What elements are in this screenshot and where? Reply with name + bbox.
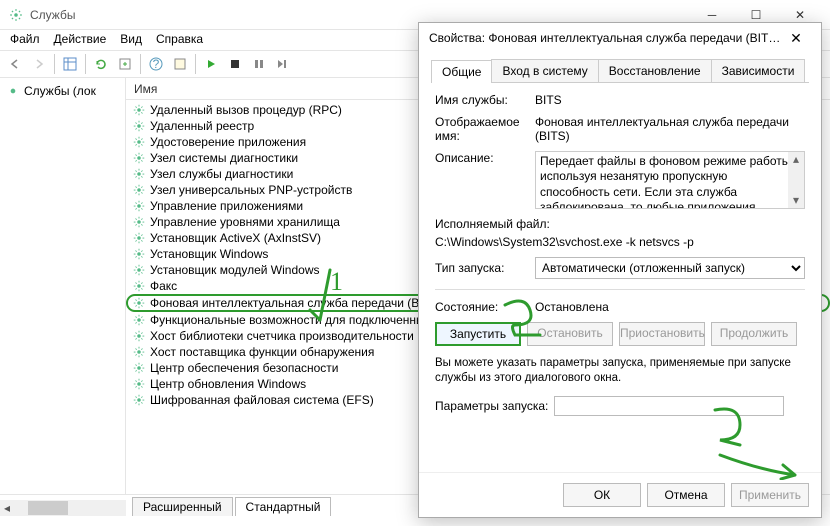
label-service-name: Имя службы: xyxy=(435,93,535,107)
startup-type-select[interactable]: Автоматически (отложенный запуск) xyxy=(535,257,805,279)
play-button[interactable] xyxy=(200,53,222,75)
export-button[interactable] xyxy=(114,53,136,75)
left-panel: Службы (лок xyxy=(0,78,126,494)
service-name: Узел системы диагностики xyxy=(150,151,298,165)
menu-help[interactable]: Справка xyxy=(156,32,203,48)
start-params-note: Вы можете указать параметры запуска, при… xyxy=(435,356,805,386)
service-name: Фоновая интеллектуальная служба передачи… xyxy=(150,296,442,310)
label-startup-type: Тип запуска: xyxy=(435,261,535,275)
dialog-title: Свойства: Фоновая интеллектуальная служб… xyxy=(429,31,781,45)
back-button[interactable] xyxy=(4,53,26,75)
properties-dialog: Свойства: Фоновая интеллектуальная служб… xyxy=(418,22,822,518)
tab-extended[interactable]: Расширенный xyxy=(132,497,233,516)
service-name: Шифрованная файловая система (EFS) xyxy=(150,393,374,407)
service-name: Удаленный вызов процедур (RPC) xyxy=(150,103,342,117)
pause-button[interactable] xyxy=(248,53,270,75)
service-name: Функциональные возможности для подключен… xyxy=(150,313,435,327)
tab-standard[interactable]: Стандартный xyxy=(235,497,332,516)
tab-dependencies[interactable]: Зависимости xyxy=(711,59,806,82)
forward-button[interactable] xyxy=(28,53,50,75)
stop-service-button: Остановить xyxy=(527,322,613,346)
help-button[interactable]: ? xyxy=(145,53,167,75)
service-name: Управление приложениями xyxy=(150,199,303,213)
description-text: Передает файлы в фоновом режиме работы, … xyxy=(540,154,794,209)
dialog-titlebar: Свойства: Фоновая интеллектуальная служб… xyxy=(419,23,821,53)
label-description: Описание: xyxy=(435,151,535,209)
separator xyxy=(435,289,805,290)
cancel-button[interactable]: Отмена xyxy=(647,483,725,507)
label-start-params: Параметры запуска: xyxy=(435,399,548,413)
description-scrollbar[interactable]: ▴▾ xyxy=(788,152,804,208)
label-display-name: Отображаемое имя: xyxy=(435,115,535,143)
value-state: Остановлена xyxy=(535,300,805,314)
service-name: Центр обеспечения безопасности xyxy=(150,361,339,375)
pause-service-button: Приостановить xyxy=(619,322,705,346)
tab-logon[interactable]: Вход в систему xyxy=(491,59,598,82)
service-name: Управление уровнями хранилища xyxy=(150,215,340,229)
value-executable: C:\Windows\System32\svchost.exe -k netsv… xyxy=(435,235,805,249)
details-button[interactable] xyxy=(59,53,81,75)
service-name: Узел универсальных PNP-устройств xyxy=(150,183,352,197)
label-state: Состояние: xyxy=(435,300,535,314)
menu-file[interactable]: Файл xyxy=(10,32,40,48)
dialog-close-button[interactable]: ✕ xyxy=(781,30,811,47)
service-name: Установщик модулей Windows xyxy=(150,263,319,277)
service-name: Установщик ActiveX (AxInstSV) xyxy=(150,231,321,245)
dialog-tabs: Общие Вход в систему Восстановление Зави… xyxy=(431,59,809,83)
refresh-button[interactable] xyxy=(90,53,112,75)
tree-root-label: Службы (лок xyxy=(24,84,96,98)
service-name: Хост библиотеки счетчика производительно… xyxy=(150,329,414,343)
apply-button[interactable]: Применить xyxy=(731,483,809,507)
tab-recovery[interactable]: Восстановление xyxy=(598,59,712,82)
service-name: Установщик Windows xyxy=(150,247,268,261)
service-name: Факс xyxy=(150,279,177,293)
resume-service-button: Продолжить xyxy=(711,322,797,346)
tree-root[interactable]: Службы (лок xyxy=(4,82,121,100)
service-name: Хост поставщика функции обнаружения xyxy=(150,345,374,359)
label-executable: Исполняемый файл: xyxy=(435,217,805,231)
column-name: Имя xyxy=(134,82,157,96)
gear-icon xyxy=(8,7,24,23)
tab-general[interactable]: Общие xyxy=(431,60,492,83)
stop-button[interactable] xyxy=(224,53,246,75)
value-display-name: Фоновая интеллектуальная служба передачи… xyxy=(535,115,805,143)
start-button[interactable]: Запустить xyxy=(435,322,521,346)
hscrollbar[interactable]: ◂ xyxy=(0,500,126,516)
value-description: Передает файлы в фоновом режиме работы, … xyxy=(535,151,805,209)
service-name: Удаленный реестр xyxy=(150,119,254,133)
properties-button[interactable] xyxy=(169,53,191,75)
menu-action[interactable]: Действие xyxy=(54,32,107,48)
start-params-input[interactable] xyxy=(554,396,784,416)
service-name: Узел службы диагностики xyxy=(150,167,293,181)
value-service-name: BITS xyxy=(535,93,805,107)
service-name: Удостоверение приложения xyxy=(150,135,306,149)
menu-view[interactable]: Вид xyxy=(120,32,142,48)
svg-text:?: ? xyxy=(153,57,160,71)
window-title: Службы xyxy=(30,8,690,22)
restart-button[interactable] xyxy=(272,53,294,75)
service-name: Центр обновления Windows xyxy=(150,377,306,391)
ok-button[interactable]: ОК xyxy=(563,483,641,507)
